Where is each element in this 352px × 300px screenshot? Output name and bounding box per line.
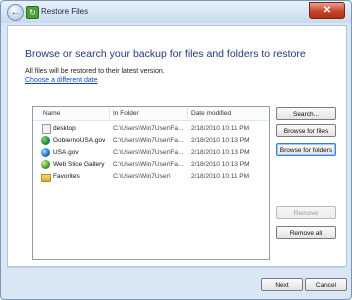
desktop-file-icon	[42, 124, 51, 134]
item-folder: C:\Users\Win7User\Fa...	[113, 137, 184, 144]
item-date: 2/18/2010 10:13 PM	[191, 137, 250, 144]
item-name: GobiernoUSA.gov	[53, 137, 106, 144]
item-date: 2/18/2010 10:13 PM	[191, 149, 250, 156]
remove-all-button[interactable]: Remove all	[276, 226, 336, 239]
restore-files-window: ← ↻ Restore Files ✕ Browse or search you…	[0, 0, 352, 300]
item-folder: C:\Users\Win7User\Fa...	[113, 161, 184, 168]
list-item[interactable]: desktop C:\Users\Win7User\Fa... 2/18/201…	[33, 124, 269, 134]
list-header: Name In Folder Date modified	[33, 107, 269, 121]
item-name: Web Slice Gallery	[53, 161, 105, 168]
page-title: Browse or search your backup for files a…	[25, 48, 306, 60]
item-date: 2/18/2010 10:11 PM	[191, 125, 250, 132]
column-header-date[interactable]: Date modified	[191, 110, 231, 117]
ie-favorite-icon	[41, 136, 50, 145]
restore-file-list[interactable]: Name In Folder Date modified desktop C:\…	[32, 106, 270, 260]
column-header-name[interactable]: Name	[43, 110, 60, 117]
list-item[interactable]: Favorites C:\Users\Win7User\ 2/18/2010 1…	[33, 172, 269, 182]
column-header-folder[interactable]: In Folder	[113, 110, 139, 117]
back-arrow-icon[interactable]: ←	[7, 4, 24, 21]
item-folder: C:\Users\Win7User\	[113, 173, 171, 180]
restore-info-text: All files will be restored to their late…	[25, 68, 165, 75]
list-item[interactable]: USA.gov C:\Users\Win7User\Fa... 2/18/201…	[33, 148, 269, 158]
footer-divider	[7, 267, 345, 268]
item-folder: C:\Users\Win7User\Fa...	[113, 149, 184, 156]
web-slice-icon	[41, 160, 50, 169]
browse-files-button[interactable]: Browse for files	[276, 124, 336, 137]
cancel-button[interactable]: Cancel	[305, 278, 347, 291]
item-name: USA.gov	[53, 149, 79, 156]
item-folder: C:\Users\Win7User\Fa...	[113, 125, 184, 132]
window-title: Restore Files	[41, 7, 89, 16]
next-button[interactable]: Next	[261, 278, 303, 291]
item-date: 2/18/2010 10:13 PM	[191, 161, 250, 168]
search-button[interactable]: Search...	[276, 107, 336, 120]
column-divider[interactable]	[187, 108, 188, 119]
title-bar: ← ↻ Restore Files ✕	[1, 1, 351, 23]
browse-folders-button[interactable]: Browse for folders	[276, 143, 336, 156]
close-icon[interactable]: ✕	[309, 2, 345, 19]
item-name: desktop	[53, 125, 76, 132]
folder-icon	[41, 174, 51, 182]
list-item[interactable]: Web Slice Gallery C:\Users\Win7User\Fa..…	[33, 160, 269, 170]
ie-favorite-icon	[41, 148, 50, 157]
item-date: 2/18/2010 10:11 PM	[191, 173, 250, 180]
item-name: Favorites	[53, 173, 80, 180]
restore-files-icon: ↻	[26, 6, 39, 19]
choose-different-date-link[interactable]: Choose a different date	[25, 77, 98, 84]
column-divider[interactable]	[109, 108, 110, 119]
list-item[interactable]: GobiernoUSA.gov C:\Users\Win7User\Fa... …	[33, 136, 269, 146]
content-area: Browse or search your backup for files a…	[7, 25, 347, 267]
remove-button[interactable]: Remove	[276, 206, 336, 219]
